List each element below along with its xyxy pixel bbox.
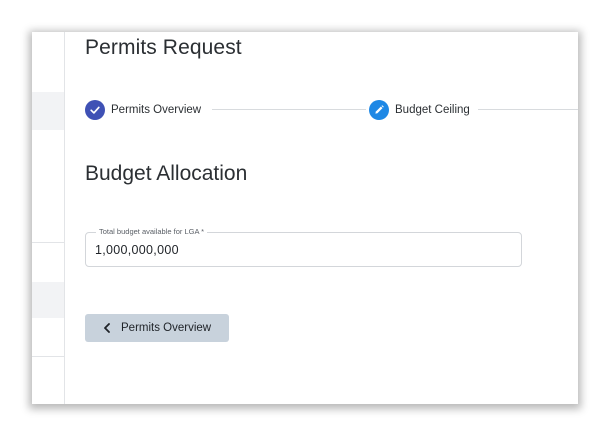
page-title: Permits Request: [85, 36, 242, 59]
step-label: Budget Ceiling: [395, 104, 470, 116]
step-permits-overview[interactable]: Permits Overview: [85, 99, 201, 121]
back-to-permits-overview-button[interactable]: Permits Overview: [85, 314, 229, 342]
sidebar-divider: [32, 356, 64, 357]
budget-input[interactable]: [95, 243, 495, 257]
sidebar-item[interactable]: [32, 282, 64, 318]
main-content: Permits Request Permits Overview Budget …: [65, 32, 578, 404]
app-window: Permits Request Permits Overview Budget …: [32, 32, 578, 404]
step-connector: [212, 109, 366, 110]
step-label: Permits Overview: [111, 104, 202, 116]
chevron-left-icon: [103, 323, 113, 333]
budget-field: Total budget available for LGA *: [85, 227, 522, 267]
budget-field-label: Total budget available for LGA *: [96, 227, 208, 237]
sidebar-divider: [32, 242, 64, 243]
back-button-label: Permits Overview: [121, 322, 212, 334]
sidebar-item[interactable]: [32, 92, 64, 130]
check-icon: [85, 100, 105, 120]
section-title: Budget Allocation: [85, 162, 248, 185]
step-connector: [478, 109, 578, 110]
sidebar: [32, 32, 65, 404]
step-budget-ceiling[interactable]: Budget Ceiling: [369, 99, 470, 121]
stepper: Permits Overview Budget Ceiling: [85, 99, 578, 121]
pencil-icon: [369, 100, 389, 120]
